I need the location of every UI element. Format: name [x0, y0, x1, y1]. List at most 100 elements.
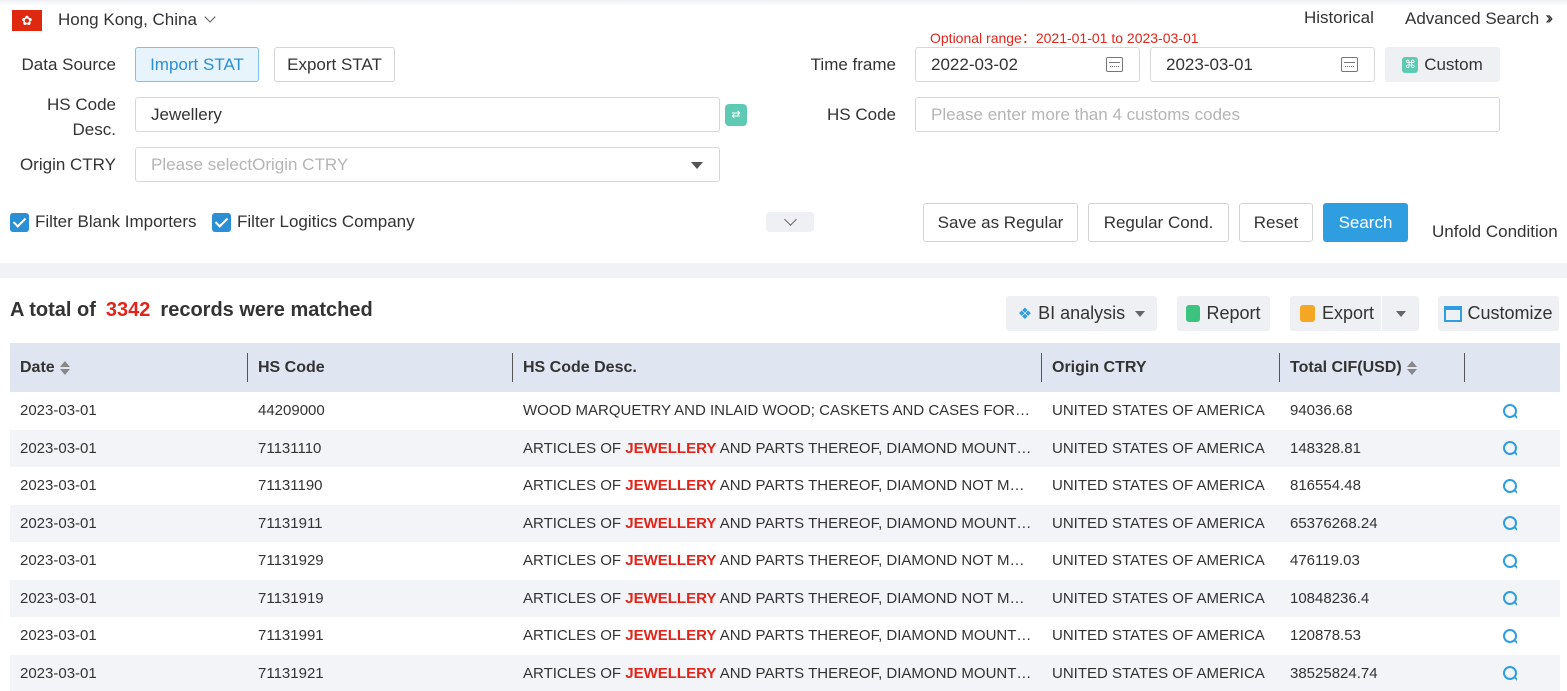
table-row[interactable]: 2023-03-01 71131911 ARTICLES OF JEWELLERY … — [10, 504, 1560, 543]
hs-desc-input[interactable]: Jewellery — [135, 97, 720, 132]
hs-desc-label-line2: Desc. — [72, 120, 116, 139]
table-row[interactable]: 2023-03-01 71131919 ARTICLES OF JEWELLERY … — [10, 579, 1560, 618]
region-label: Hong Kong, China — [58, 10, 197, 29]
column-divider — [512, 353, 513, 382]
save-as-regular-button[interactable]: Save as Regular — [923, 203, 1078, 242]
table-row[interactable]: 2023-03-01 71131190 ARTICLES OF JEWELLERY … — [10, 467, 1560, 505]
col-total-cif[interactable]: Total CIF(USD) — [1290, 343, 1417, 392]
view-detail-button[interactable] — [1503, 617, 1517, 655]
hs-code-label: HS Code — [827, 105, 896, 124]
hs-desc-pre: ARTICLES OF — [523, 589, 626, 607]
date-cell: 2023-03-01 — [20, 664, 97, 682]
date-cell: 2023-03-01 — [20, 477, 97, 495]
hs-code-input[interactable]: Please enter more than 4 customs codes — [915, 97, 1500, 132]
search-icon — [1503, 628, 1517, 643]
column-divider — [1464, 353, 1465, 382]
unfold-condition-link[interactable]: Unfold Condition — [1432, 222, 1558, 242]
fold-toggle[interactable] — [766, 212, 814, 232]
hs-desc-text: ARTICLES OF JEWELLERY AND PARTS THEREOF,… — [523, 665, 1033, 682]
keyword-highlight: JEWELLERY — [625, 552, 717, 570]
search-icon — [1503, 591, 1517, 606]
view-detail-button[interactable] — [1503, 505, 1517, 543]
total-cif-cell: 148328.81 — [1290, 439, 1361, 457]
calendar-icon — [1341, 57, 1358, 72]
hs-desc-cell: ARTICLES OF JEWELLERY AND PARTS THEREOF,… — [523, 542, 1033, 580]
origin-cell: UNITED STATES OF AMERICA — [1052, 664, 1265, 682]
reset-button[interactable]: Reset — [1239, 203, 1313, 242]
date-cell: 2023-03-01 — [20, 402, 97, 420]
origin-select[interactable]: Please selectOrigin CTRY — [135, 147, 720, 182]
data-source-label: Data Source — [21, 55, 117, 74]
custom-button[interactable]: ⌘ Custom — [1385, 47, 1500, 82]
view-detail-button[interactable] — [1503, 430, 1517, 468]
filter-blank-importers-checkbox[interactable]: Filter Blank Importers — [10, 212, 197, 232]
report-button[interactable]: Report — [1177, 296, 1270, 331]
col-date[interactable]: Date — [20, 343, 70, 392]
translate-icon[interactable]: ⇄ — [725, 104, 747, 126]
bi-analysis-button[interactable]: ❖ BI analysis — [1006, 296, 1157, 331]
col-origin: Origin CTRY — [1052, 358, 1147, 376]
table-row[interactable]: 2023-03-01 71131991 ARTICLES OF JEWELLERY … — [10, 617, 1560, 655]
hs-desc-post: AND PARTS THEREOF, DIAMOND MOUNTED OR SE… — [719, 439, 1033, 457]
table-row[interactable]: 2023-03-01 44209000 WOOD MARQUETRY AND INL… — [10, 392, 1560, 430]
table-row[interactable]: 2023-03-01 71131110 ARTICLES OF JEWELLERY … — [10, 429, 1560, 468]
sort-icon[interactable] — [1406, 360, 1417, 375]
advanced-search-link[interactable]: Advanced Search ›› — [1405, 8, 1553, 29]
view-detail-button[interactable] — [1503, 580, 1517, 618]
table-row[interactable]: 2023-03-01 71131929 ARTICLES OF JEWELLERY … — [10, 542, 1560, 580]
hs-code-cell: 44209000 — [258, 402, 325, 420]
customize-button[interactable]: Customize — [1438, 296, 1559, 331]
checkbox-checked-icon — [212, 212, 231, 232]
caret-down-icon — [691, 162, 703, 169]
hs-code-cell: 71131911 — [258, 514, 323, 532]
hs-desc-text: ARTICLES OF JEWELLERY AND PARTS THEREOF,… — [523, 590, 1033, 607]
table-header: Date HS Code HS Code Desc. Origin CTRY T… — [10, 343, 1560, 392]
section-divider — [0, 263, 1567, 278]
hs-desc-pre: ARTICLES OF — [523, 514, 626, 532]
hs-desc-post: AND PARTS THEREOF, DIAMOND MOUNTED OR SE… — [719, 664, 1033, 682]
export-label: Export — [1322, 303, 1375, 323]
keyword-highlight: JEWELLERY — [625, 589, 717, 607]
results-suffix: records were matched — [160, 299, 373, 321]
calendar-icon — [1106, 57, 1123, 72]
hs-desc-pre: ARTICLES OF — [523, 627, 626, 645]
import-stat-button[interactable]: Import STAT — [135, 47, 259, 82]
hs-desc-post: AND PARTS THEREOF, DIAMOND NOT MOUNTED O… — [719, 552, 1033, 570]
hs-code-cell: 71131921 — [258, 664, 324, 682]
date-to-input[interactable]: 2023-03-01 — [1150, 47, 1375, 82]
export-button[interactable]: Export — [1290, 296, 1419, 331]
view-detail-button[interactable] — [1503, 655, 1517, 691]
column-divider — [1041, 353, 1042, 382]
hs-desc-pre: ARTICLES OF — [523, 477, 626, 495]
view-detail-button[interactable] — [1503, 467, 1517, 505]
hs-desc-label-line1: HS Code — [47, 95, 116, 114]
date-from-value: 2022-03-02 — [931, 54, 1018, 74]
hs-code-cell: 71131929 — [258, 552, 324, 570]
report-label: Report — [1206, 303, 1261, 323]
top-shadow — [0, 0, 1567, 6]
command-icon: ⌘ — [1402, 56, 1419, 73]
export-stat-button[interactable]: Export STAT — [274, 47, 395, 82]
view-detail-button[interactable] — [1503, 392, 1517, 430]
results-count: A total of 3342 records were matched — [10, 299, 373, 322]
view-detail-button[interactable] — [1503, 542, 1517, 580]
filter-logistics-checkbox[interactable]: Filter Logitics Company — [212, 212, 415, 232]
search-button[interactable]: Search — [1323, 203, 1408, 242]
date-to-value: 2023-03-01 — [1166, 54, 1253, 74]
total-cif-cell: 38525824.74 — [1290, 664, 1378, 682]
regular-cond-button[interactable]: Regular Cond. — [1088, 203, 1229, 242]
date-from-input[interactable]: 2022-03-02 — [915, 47, 1140, 82]
diamond-icon: ❖ — [1017, 305, 1033, 323]
export-dropdown[interactable] — [1381, 296, 1419, 331]
search-icon — [1503, 403, 1517, 418]
table-row[interactable]: 2023-03-01 71131921 ARTICLES OF JEWELLERY … — [10, 654, 1560, 691]
total-cif-cell: 10848236.4 — [1290, 589, 1370, 607]
customize-label: Customize — [1467, 303, 1553, 323]
region-selector[interactable]: Hong Kong, China — [58, 10, 216, 30]
hs-desc-text: ARTICLES OF JEWELLERY AND PARTS THEREOF,… — [523, 440, 1033, 457]
keyword-highlight: JEWELLERY — [625, 627, 717, 645]
historical-link[interactable]: Historical — [1304, 8, 1374, 28]
sort-icon[interactable] — [59, 360, 70, 375]
columns-icon — [1444, 305, 1463, 322]
results-prefix: A total of — [10, 299, 96, 321]
